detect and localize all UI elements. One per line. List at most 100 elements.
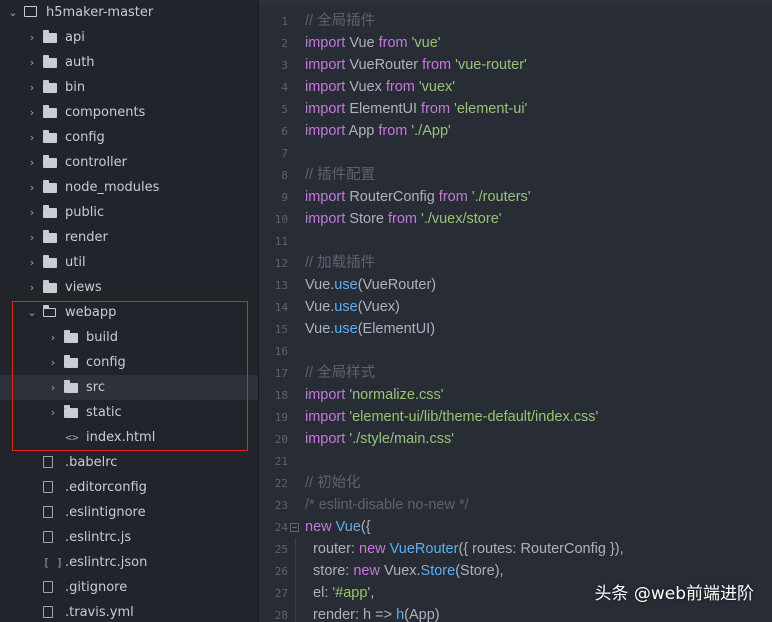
chevron-right-icon[interactable]: › (25, 131, 39, 144)
code-line[interactable]: // 初始化 (305, 472, 361, 494)
folder-icon (43, 55, 59, 69)
code-line[interactable]: new Vue({ (305, 516, 371, 538)
line-number: 13 (274, 279, 288, 292)
tree-item-views[interactable]: › views (0, 275, 258, 300)
code-line[interactable]: router: new VueRouter({ routes: RouterCo… (305, 538, 624, 560)
line-number: 25 (274, 543, 288, 556)
tree-item-util[interactable]: › util (0, 250, 258, 275)
code-line[interactable]: store: new Vuex.Store(Store), (305, 560, 504, 582)
chevron-right-icon[interactable]: › (25, 81, 39, 94)
tree-item-label: bin (65, 80, 86, 95)
code-line[interactable]: Vue.use(ElementUI) (305, 318, 435, 340)
tree-item-components[interactable]: › components (0, 100, 258, 125)
tree-item-eslintrc-js[interactable]: .eslintrc.js (0, 525, 258, 550)
code-line[interactable]: Vue.use(VueRouter) (305, 274, 436, 296)
code-line[interactable]: import 'element-ui/lib/theme-default/ind… (305, 406, 598, 428)
code-line[interactable]: import RouterConfig from './routers' (305, 186, 531, 208)
folder-icon (43, 105, 59, 119)
tree-item-eslintrc-json[interactable]: [ ] .eslintrc.json (0, 550, 258, 575)
tree-item-bin[interactable]: › bin (0, 75, 258, 100)
code-token: use (334, 321, 358, 337)
tree-item-public[interactable]: › public (0, 200, 258, 225)
tree-item-api[interactable]: › api (0, 25, 258, 50)
code-line[interactable]: import Vue from 'vue' (305, 32, 441, 54)
code-token: VueRouter (389, 541, 459, 557)
line-number: 9 (281, 191, 288, 204)
line-number: 10 (274, 213, 288, 226)
line-number: 20 (274, 433, 288, 446)
fold-toggle-icon[interactable]: − (290, 523, 299, 532)
js-file-icon (43, 531, 59, 544)
tree-item-travis-yml[interactable]: .travis.yml (0, 600, 258, 622)
line-number: 1 (281, 15, 288, 28)
tree-item-controller[interactable]: › controller (0, 150, 258, 175)
file-tree-panel: ⌄ h5maker-master › api › auth › bin › component… (0, 0, 258, 622)
tree-item-label: node_modules (65, 180, 160, 195)
code-line[interactable]: // 插件配置 (305, 164, 375, 186)
indent-guide (295, 538, 296, 622)
code-token: 'element-ui/lib/theme-default/index.css' (345, 409, 599, 425)
chevron-down-icon[interactable]: ⌄ (6, 6, 20, 19)
line-number: 26 (274, 565, 288, 578)
code-token: import (305, 101, 346, 117)
chevron-right-icon[interactable]: › (25, 281, 39, 294)
tree-item-label: .editorconfig (65, 480, 147, 495)
line-number: 16 (274, 345, 288, 358)
tree-root[interactable]: ⌄ h5maker-master (0, 0, 258, 25)
code-token: from (388, 211, 418, 227)
tree-item-auth[interactable]: › auth (0, 50, 258, 75)
line-number: 18 (274, 389, 288, 402)
tree-item-label: render (65, 230, 108, 245)
chevron-right-icon[interactable]: › (25, 206, 39, 219)
folder-icon (43, 130, 59, 144)
chevron-right-icon[interactable]: › (25, 231, 39, 244)
chevron-right-icon[interactable]: › (25, 56, 39, 69)
tree-item-config[interactable]: › config (0, 125, 258, 150)
tree-item-editorconfig[interactable]: .editorconfig (0, 475, 258, 500)
code-line[interactable]: Vue.use(Vuex) (305, 296, 400, 318)
code-line[interactable]: // 全局插件 (305, 10, 375, 32)
folder-icon (43, 155, 59, 169)
code-line[interactable]: /* eslint-disable no-new */ (305, 494, 469, 516)
folder-icon (43, 230, 59, 244)
code-token: // 全局样式 (305, 365, 376, 381)
folder-icon (43, 255, 59, 269)
chevron-right-icon[interactable]: › (25, 181, 39, 194)
chevron-right-icon[interactable]: › (25, 106, 39, 119)
tree-item-babelrc[interactable]: .babelrc (0, 450, 258, 475)
code-line[interactable]: // 加载插件 (305, 252, 375, 274)
code-line[interactable]: import Store from './vuex/store' (305, 208, 502, 230)
code-line[interactable]: el: '#app', (305, 582, 374, 604)
code-token: import (305, 211, 346, 227)
code-line[interactable]: import VueRouter from 'vue-router' (305, 54, 527, 76)
tree-item-label: .gitignore (65, 580, 128, 595)
chevron-right-icon[interactable]: › (25, 156, 39, 169)
chevron-right-icon[interactable]: › (25, 31, 39, 44)
chevron-right-icon[interactable]: › (25, 256, 39, 269)
code-line[interactable]: import ElementUI from 'element-ui' (305, 98, 527, 120)
code-token: from (421, 101, 451, 117)
code-line[interactable]: // 全局样式 (305, 362, 375, 384)
line-number: 21 (274, 455, 288, 468)
code-line[interactable]: import 'normalize.css' (305, 384, 444, 406)
tree-item-gitignore[interactable]: .gitignore (0, 575, 258, 600)
code-token: import (305, 387, 346, 403)
tree-item-eslintignore[interactable]: .eslintignore (0, 500, 258, 525)
folder-icon (43, 30, 59, 44)
tree-item-label: .babelrc (65, 455, 118, 470)
code-token: 'vue-router' (451, 57, 527, 73)
code-token: new (359, 541, 386, 557)
code-editor[interactable]: 1 // 全局插件 2 import Vue from 'vue' 3 import Vu… (259, 0, 772, 622)
code-line[interactable]: render: h => h(App) (305, 604, 440, 622)
code-token: './App' (407, 123, 451, 139)
code-line[interactable]: import Vuex from 'vuex' (305, 76, 455, 98)
code-line[interactable]: import './style/main.css' (305, 428, 454, 450)
folder-icon (43, 205, 59, 219)
tree-item-render[interactable]: › render (0, 225, 258, 250)
code-token: 'vue' (407, 35, 441, 51)
tree-item-node_modules[interactable]: › node_modules (0, 175, 258, 200)
code-line[interactable]: import App from './App' (305, 120, 451, 142)
line-number: 19 (274, 411, 288, 424)
file-icon (43, 581, 59, 594)
code-token: Vue (335, 519, 361, 535)
